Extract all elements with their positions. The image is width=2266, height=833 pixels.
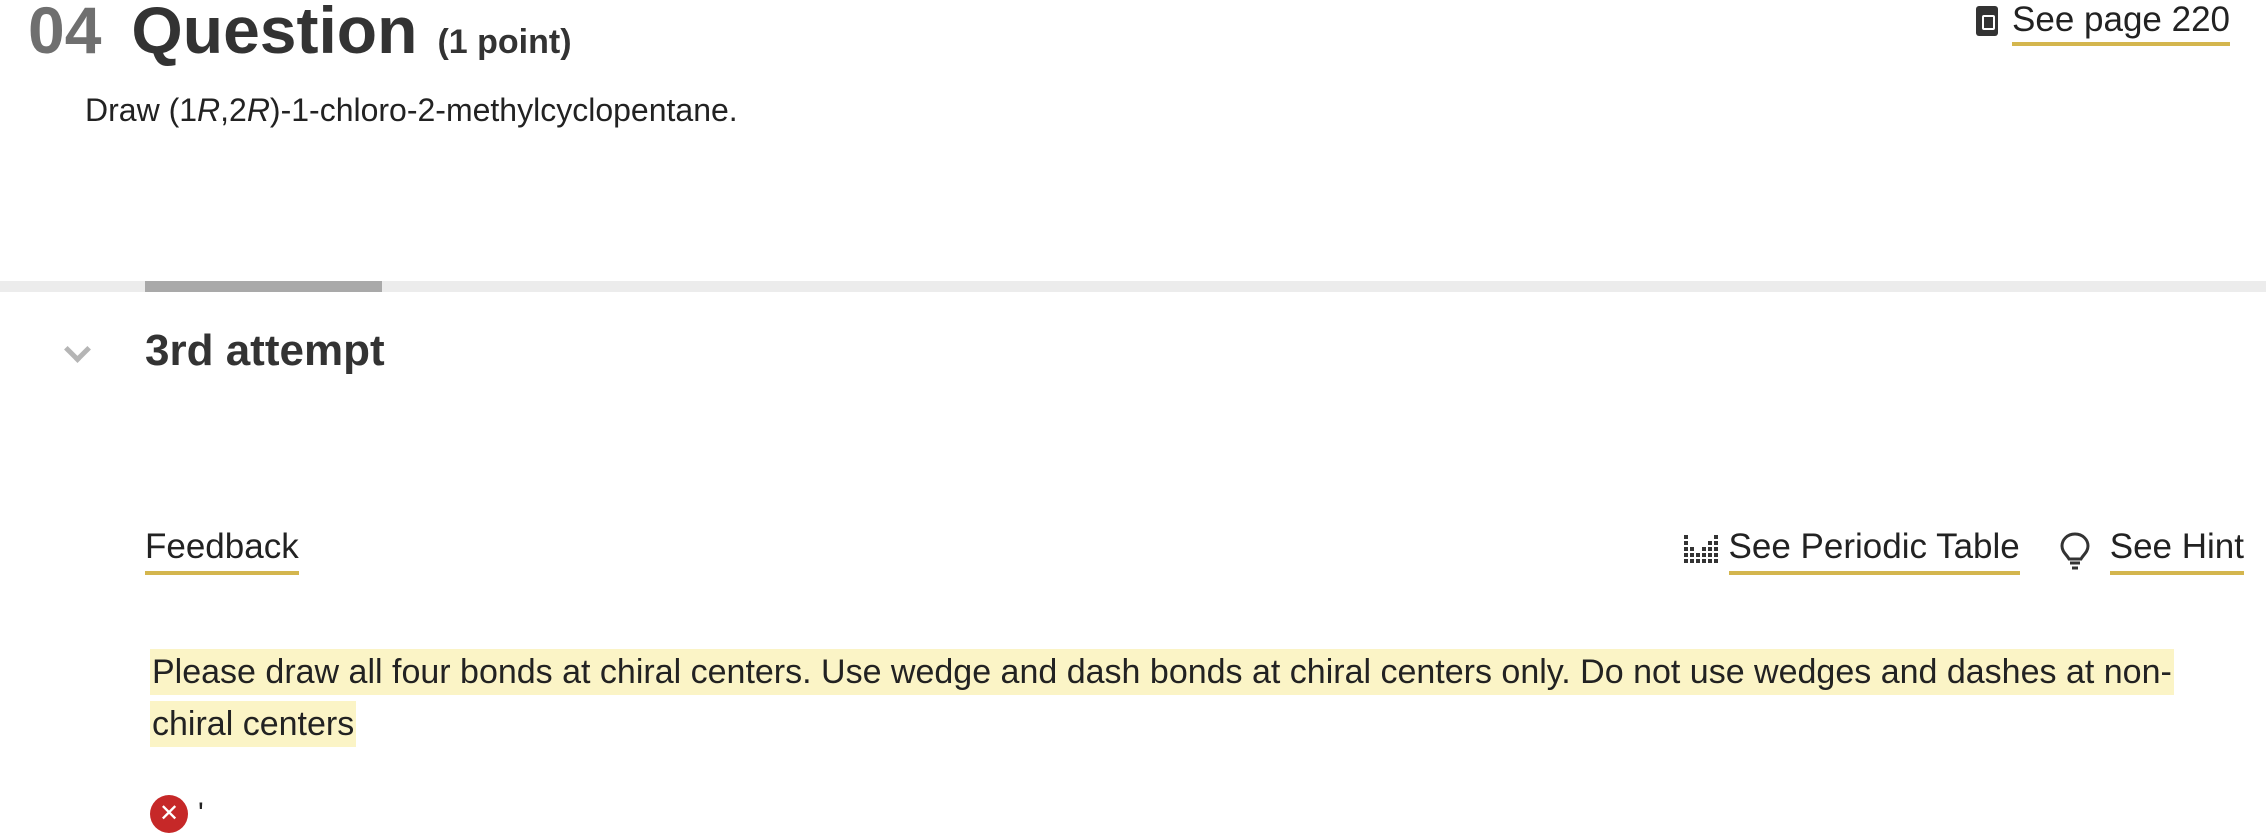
question-number: 04 [28,0,102,67]
see-page-label[interactable]: See page 220 [2012,0,2230,46]
feedback-message-text: Please draw all four bonds at chiral cen… [150,649,2174,747]
answer-status: ✕ ' [150,795,204,833]
prompt-comma: ,2 [220,92,247,128]
feedback-message: Please draw all four bonds at chiral cen… [150,646,2200,750]
see-page-link[interactable]: See page 220 [1976,0,2230,46]
see-hint-label[interactable]: See Hint [2109,527,2244,575]
periodic-table-icon [1683,535,1718,563]
question-header: 04 Question (1 point) [28,0,572,68]
question-points: (1 point) [437,23,572,61]
attempt-divider-active [145,281,382,292]
see-periodic-table-link[interactable]: See Periodic Table [1683,527,2020,575]
feedback-tab[interactable]: Feedback [145,527,299,575]
prompt-r2: R [246,92,270,128]
prompt-prefix: Draw (1 [85,92,198,128]
ebook-icon [1976,6,1999,36]
see-hint-link[interactable]: See Hint [2058,527,2244,575]
prompt-r1: R [197,92,221,128]
chevron-down-icon[interactable] [62,342,92,366]
attempt-title[interactable]: 3rd attempt [145,326,385,376]
answer-status-text: ' [198,797,204,830]
error-icon: ✕ [150,795,188,833]
question-title: Question [131,0,418,67]
question-prompt: Draw (1R,2R)-1-chloro-2-methylcyclopenta… [85,92,738,129]
prompt-suffix: )-1-chloro-2-methylcyclopentane. [269,92,738,128]
toolbar: See Periodic Table See Hint [1683,527,2244,575]
see-periodic-table-label[interactable]: See Periodic Table [1728,527,2020,575]
lightbulb-icon [2060,532,2090,570]
